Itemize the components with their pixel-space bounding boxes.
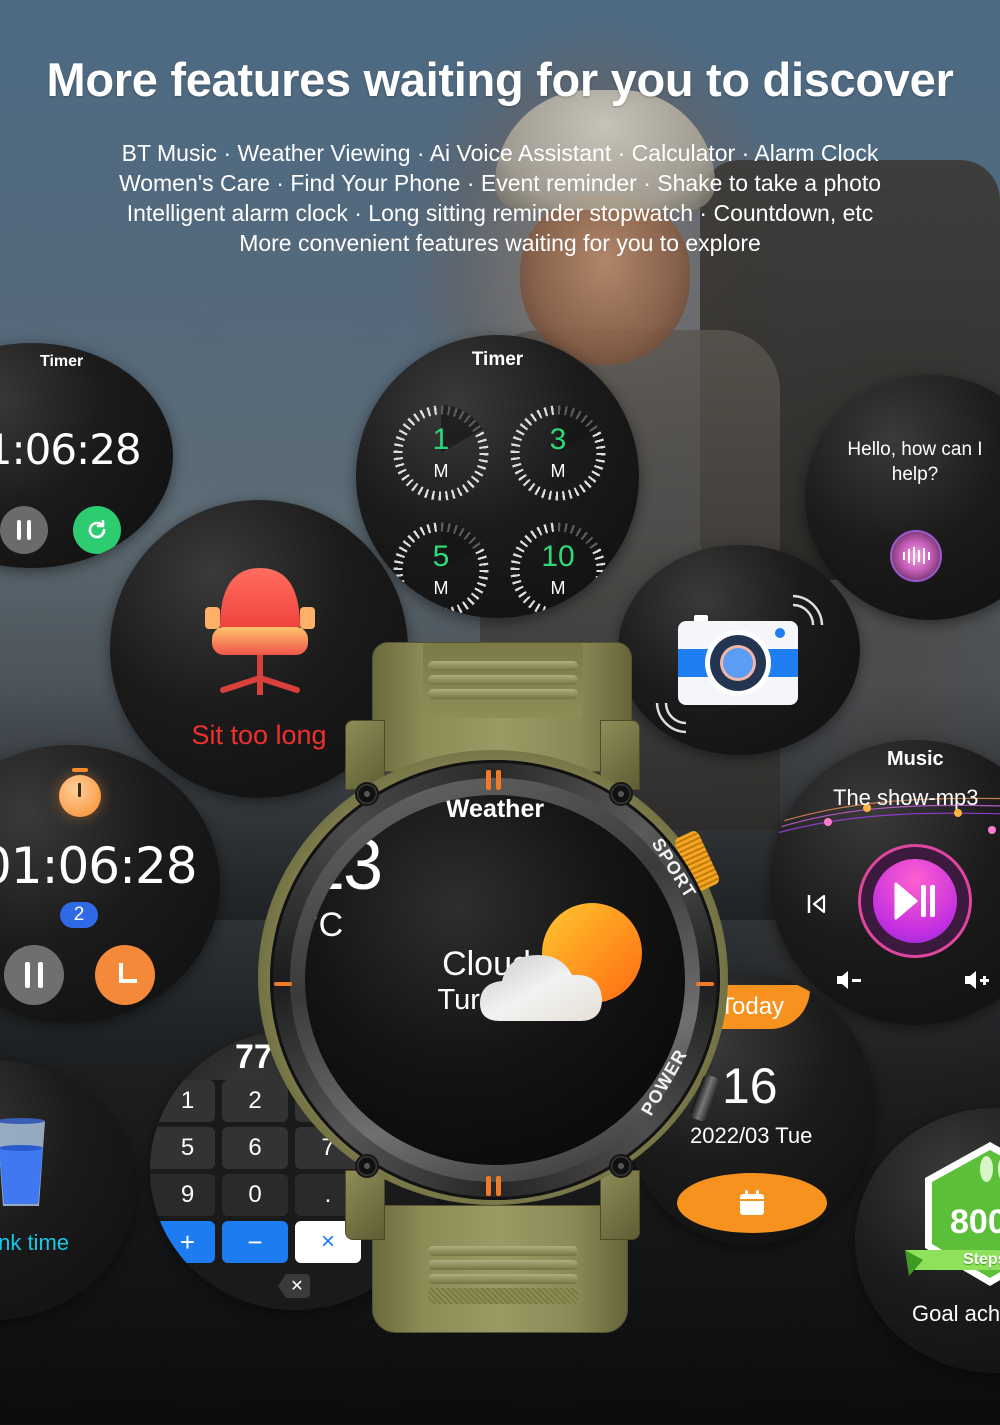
watch-lug (345, 1170, 385, 1240)
lap-button[interactable] (95, 945, 155, 1005)
calc-key-label: + (179, 1226, 196, 1257)
volume-down-icon (837, 971, 861, 989)
timer-preset-1[interactable]: 1 M (393, 405, 489, 501)
calc-key-label: . (324, 1181, 332, 1208)
watch-screen-weather: Weather 23 °C Cloudy Tur 7/23 (305, 795, 685, 1165)
water-glass-icon (0, 1118, 45, 1206)
timer-title: Timer (40, 353, 84, 370)
pause-button[interactable] (4, 945, 64, 1005)
calc-key-label: 1 (180, 1087, 195, 1114)
step-value: 8000 (950, 1203, 1000, 1241)
calc-key-label: 2 (248, 1087, 262, 1114)
assistant-prompt: Hello, how can I help? (847, 439, 983, 485)
bezel-marker (274, 982, 292, 986)
preset-unit: M (433, 578, 449, 598)
volume-down-button[interactable] (834, 968, 866, 992)
preset-value: 3 (549, 423, 567, 456)
voice-button[interactable] (890, 530, 942, 582)
shake-waves-icon (655, 702, 687, 734)
calendar-icon (740, 1190, 764, 1215)
preset-unit: M (433, 461, 449, 481)
bezel-screw (355, 1154, 379, 1178)
lap-icon (119, 963, 137, 983)
calc-key-label: 5 (180, 1134, 195, 1161)
calc-key-label: 6 (248, 1134, 262, 1161)
calendar-date: 2022/03 Tue (690, 1123, 813, 1148)
timer-presets-title: Timer (471, 349, 524, 370)
preset-value: 5 (432, 540, 450, 573)
preset-value: 1 (432, 423, 450, 456)
timer-time: 01:06:28 (0, 425, 142, 474)
calc-key[interactable]: 5 (150, 1127, 215, 1169)
goal-label: Goal achieved (912, 1301, 1000, 1326)
refresh-icon (88, 519, 106, 539)
stopwatch-icon (59, 768, 101, 817)
bezel-marker (496, 770, 501, 790)
calc-key-label: × (320, 1228, 335, 1255)
calc-key[interactable]: 1 (150, 1080, 215, 1122)
skip-previous-icon (807, 894, 826, 914)
calc-op-subtract[interactable]: − (222, 1221, 288, 1263)
page-title: More features waiting for you to discove… (46, 53, 954, 106)
pause-icon (25, 962, 43, 988)
step-unit: Steps (963, 1251, 1000, 1268)
track-name: The show-mp3 (833, 785, 979, 810)
bezel-marker (496, 1176, 501, 1196)
chair-icon (205, 568, 315, 695)
drink-label: Drink time (0, 1230, 70, 1255)
calc-key[interactable]: 2 (222, 1080, 288, 1122)
bezel-marker (486, 770, 491, 790)
calc-key[interactable]: 9 (150, 1174, 215, 1216)
stopwatch-time: 01:06:28 (0, 837, 198, 895)
feature-line: Women's Care · Find Your Phone · Event r… (118, 170, 882, 196)
watch-strap-bottom (372, 1205, 628, 1333)
preset-unit: M (550, 578, 566, 598)
drink-reminder-screen: Drink time (0, 1060, 135, 1320)
feature-line: BT Music · Weather Viewing · Ai Voice As… (121, 140, 879, 166)
calc-op-add[interactable]: + (150, 1221, 215, 1263)
play-pause-icon (873, 859, 957, 943)
step-goal-screen: 8000 Steps Goal achieved (855, 1108, 1000, 1373)
calc-key-label: 0 (248, 1181, 262, 1208)
play-pause-button[interactable] (858, 844, 972, 958)
calc-key-label: − (247, 1226, 263, 1257)
camera-icon[interactable] (678, 615, 798, 707)
footsteps-icon (980, 1156, 1000, 1196)
preset-value: 10 (541, 540, 575, 573)
timer-preset-5[interactable]: 5 M (393, 522, 489, 618)
volume-up-icon (965, 971, 989, 989)
bezel-screw (609, 1154, 633, 1178)
calendar-day: 16 (722, 1058, 778, 1114)
timer-preset-3[interactable]: 3 M (510, 405, 606, 501)
bezel-marker (486, 1176, 491, 1196)
calc-key-label: 9 (180, 1181, 195, 1208)
partly-cloudy-icon (480, 903, 642, 1021)
feature-line: Intelligent alarm clock · Long sitting r… (126, 200, 874, 226)
voice-wave-icon (902, 547, 930, 565)
lap-count-badge: 2 (60, 902, 98, 928)
pause-button[interactable] (0, 506, 48, 554)
bezel-screw (355, 782, 379, 806)
pause-icon (17, 520, 31, 540)
remote-camera-screen (618, 545, 860, 755)
calc-key[interactable]: 0 (222, 1174, 288, 1216)
watch-lug (600, 1170, 640, 1240)
bezel-marker (696, 982, 714, 986)
previous-button[interactable] (803, 890, 831, 918)
music-title: Music (887, 748, 944, 770)
calendar-button[interactable] (677, 1173, 827, 1233)
volume-up-button[interactable] (962, 968, 994, 992)
reset-button[interactable] (73, 506, 121, 554)
feature-list: BT Music · Weather Viewing · Ai Voice As… (0, 138, 1000, 258)
bezel-screw (609, 782, 633, 806)
feature-line: More convenient features waiting for you… (239, 230, 761, 256)
music-screen: Music The show-mp3 (770, 740, 1000, 1025)
timer-preset-10[interactable]: 10 M (510, 522, 606, 618)
timer-presets-screen: Timer 1 M 3 M 5 M 10 M (356, 335, 639, 618)
backspace-icon: ✕ (290, 1278, 304, 1295)
preset-unit: M (550, 461, 566, 481)
shake-waves-icon (792, 594, 824, 626)
calc-key[interactable]: 6 (222, 1127, 288, 1169)
